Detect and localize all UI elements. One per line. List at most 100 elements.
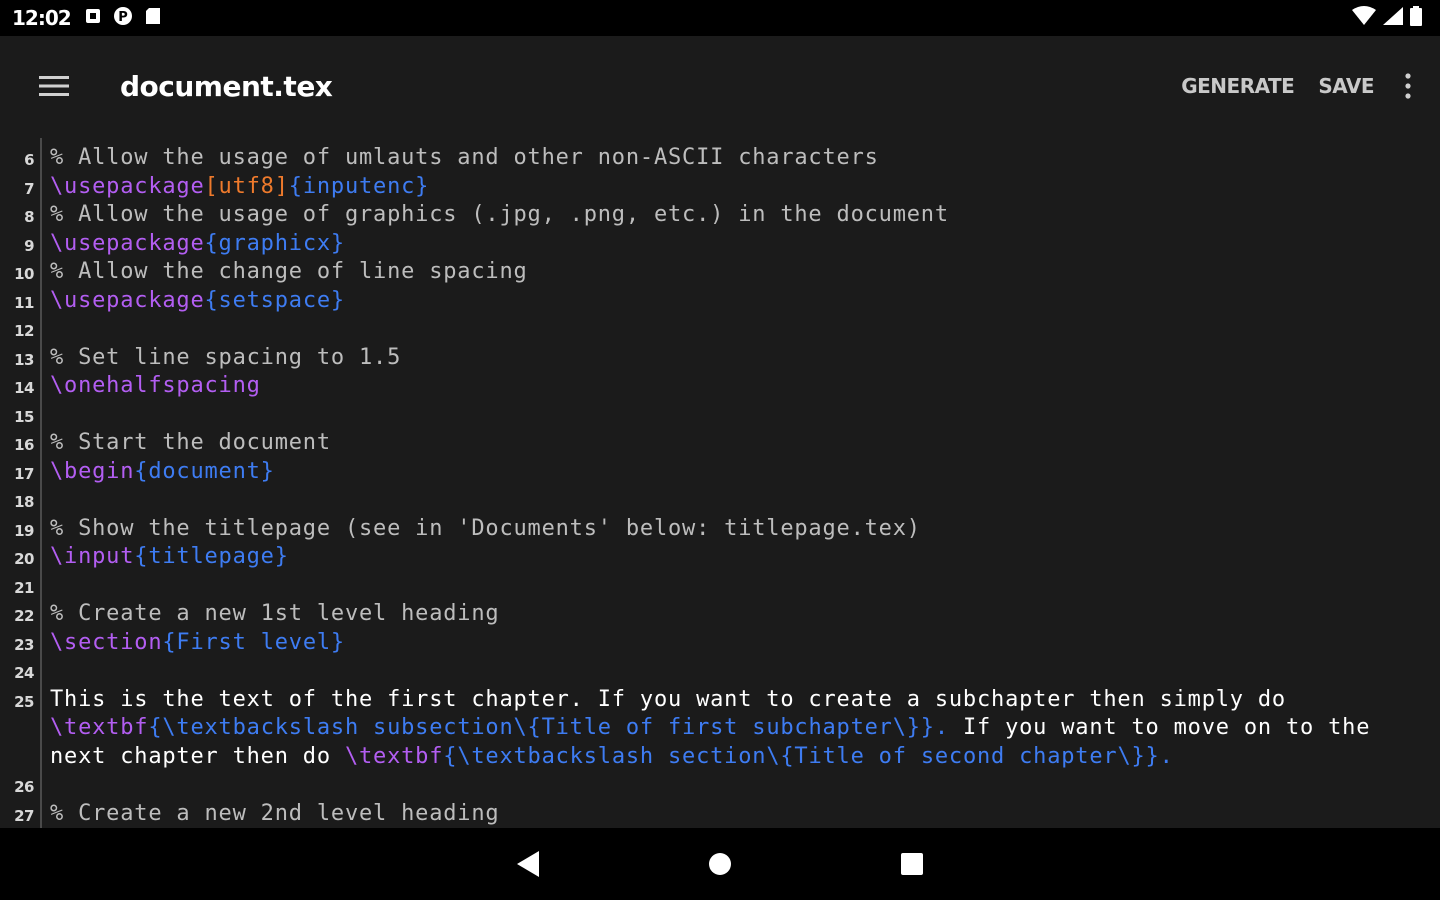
line-number: 24 (14, 664, 34, 682)
app-bar: document.tex GENERATE SAVE (0, 36, 1440, 136)
code-line[interactable]: 16 % Start the document (0, 429, 1440, 458)
code-line[interactable]: 23 \section{First level} (0, 629, 1440, 658)
status-time: 12:02 (12, 6, 72, 30)
sd-card-icon (145, 7, 161, 29)
latex-command: \onehalfspacing (50, 373, 261, 398)
latex-command: \textbf (50, 715, 149, 740)
line-content: % Set line spacing to 1.5 (50, 344, 1420, 373)
code-comment: % Allow the change of line spacing (50, 259, 528, 284)
battery-icon (1410, 6, 1422, 30)
line-content: \usepackage{graphicx} (50, 230, 1420, 259)
code-comment: % Start the document (50, 430, 331, 455)
code-line[interactable]: 8 % Allow the usage of graphics (.jpg, .p… (0, 201, 1440, 230)
cell-signal-icon (1382, 6, 1404, 30)
code-comment: % Set line spacing to 1.5 (50, 344, 402, 370)
latex-argument: {inputenc} (288, 173, 430, 199)
latex-argument: {First level} (162, 629, 345, 655)
code-line[interactable]: 12 (0, 315, 1440, 344)
more-vert-icon[interactable] (1404, 72, 1412, 100)
line-number: 16 (14, 436, 34, 454)
line-number: 22 (14, 607, 34, 625)
recents-icon[interactable] (882, 834, 942, 894)
code-comment: % Allow the usage of graphics (.jpg, .pn… (50, 202, 949, 227)
home-icon[interactable] (690, 834, 750, 894)
latex-argument: {setspace} (204, 287, 345, 313)
code-line[interactable]: 11 \usepackage{setspace} (0, 287, 1440, 316)
code-line[interactable]: 15 (0, 401, 1440, 430)
page-title: document.tex (120, 69, 333, 103)
generate-button[interactable]: GENERATE (1181, 74, 1295, 98)
code-comment: % Create a new 2nd level heading (50, 800, 500, 826)
line-number: 23 (14, 635, 34, 654)
latex-argument: {\textbackslash subsection\{Title of fir… (148, 715, 949, 740)
line-number: 6 (24, 151, 34, 169)
line-content: % Allow the usage of graphics (.jpg, .pn… (50, 201, 1420, 230)
line-number: 10 (14, 265, 34, 283)
code-comment: % Create a new 1st level heading (50, 601, 500, 626)
code-line[interactable]: 25 This is the text of the first chapter.… (0, 686, 1440, 772)
line-number: 7 (24, 179, 34, 198)
code-line[interactable]: 9 \usepackage{graphicx} (0, 230, 1440, 259)
line-number: 18 (14, 493, 34, 511)
line-number: 20 (14, 550, 34, 568)
line-content: \usepackage{setspace} (50, 287, 1420, 316)
line-content: % Create a new 1st level heading (50, 600, 1420, 629)
code-line[interactable]: 7 \usepackage[utf8]{inputenc} (0, 173, 1440, 202)
latex-argument: {\textbackslash section\{Title of second… (443, 743, 1174, 769)
code-line[interactable]: 21 (0, 572, 1440, 601)
code-line[interactable]: 18 (0, 486, 1440, 515)
line-content: % Start the document (50, 429, 1420, 458)
line-number: 21 (14, 578, 34, 597)
latex-command: \usepackage (50, 230, 205, 256)
code-comment: % Show the titlepage (see in 'Documents'… (50, 515, 921, 541)
latex-argument: {graphicx} (204, 230, 345, 256)
code-line[interactable]: 14 \onehalfspacing (0, 372, 1440, 401)
line-content: % Allow the change of line spacing (50, 258, 1420, 287)
line-content: \onehalfspacing (50, 372, 1420, 401)
svg-text:P: P (118, 10, 128, 25)
menu-icon[interactable] (34, 66, 74, 106)
line-number: 27 (14, 806, 34, 825)
line-number: 13 (14, 350, 34, 369)
latex-argument: {titlepage} (134, 544, 289, 569)
code-line[interactable]: 27 % Create a new 2nd level heading (0, 800, 1440, 829)
line-content: % Show the titlepage (see in 'Documents'… (50, 515, 1420, 544)
code-line[interactable]: 22 % Create a new 1st level heading (0, 600, 1440, 629)
line-number: 19 (14, 521, 34, 540)
code-line[interactable]: 6 % Allow the usage of umlauts and other … (0, 144, 1440, 173)
latex-command: \usepackage (50, 173, 205, 199)
line-number: 14 (14, 379, 34, 397)
wifi-icon (1352, 6, 1376, 30)
line-number: 25 (14, 692, 34, 711)
line-number: 11 (14, 293, 34, 312)
code-line[interactable]: 17 \begin{document} (0, 458, 1440, 487)
code-line[interactable]: 10 % Allow the change of line spacing (0, 258, 1440, 287)
line-content: \section{First level} (50, 629, 1420, 658)
code-line[interactable]: 20 \input{titlepage} (0, 543, 1440, 572)
code-comment: % Allow the usage of umlauts and other n… (50, 145, 879, 170)
latex-argument: {document} (134, 458, 275, 484)
line-number: 8 (24, 208, 34, 226)
latex-option: [utf8] (204, 173, 289, 199)
save-button[interactable]: SAVE (1318, 74, 1374, 98)
latex-command: \section (50, 629, 163, 655)
line-number: 12 (14, 322, 34, 340)
line-content: % Allow the usage of umlauts and other n… (50, 144, 1420, 173)
status-bar: 12:02 P (0, 0, 1440, 36)
back-icon[interactable] (498, 834, 558, 894)
navigation-bar (0, 828, 1440, 900)
code-line[interactable]: 13 % Set line spacing to 1.5 (0, 344, 1440, 373)
code-line[interactable]: 19 % Show the titlepage (see in 'Document… (0, 515, 1440, 544)
code-editor[interactable]: 6 % Allow the usage of umlauts and other … (0, 136, 1440, 828)
line-number: 17 (14, 464, 34, 483)
line-number: 15 (14, 407, 34, 426)
line-content: \usepackage[utf8]{inputenc} (50, 173, 1420, 202)
line-content: \begin{document} (50, 458, 1420, 487)
code-line[interactable]: 24 (0, 657, 1440, 686)
line-number: 9 (24, 236, 34, 255)
latex-command: \usepackage (50, 287, 205, 313)
line-content: This is the text of the first chapter. I… (50, 686, 1420, 772)
latex-command: \begin (50, 458, 135, 484)
line-content: % Create a new 2nd level heading (50, 800, 1420, 829)
code-line[interactable]: 26 (0, 771, 1440, 800)
